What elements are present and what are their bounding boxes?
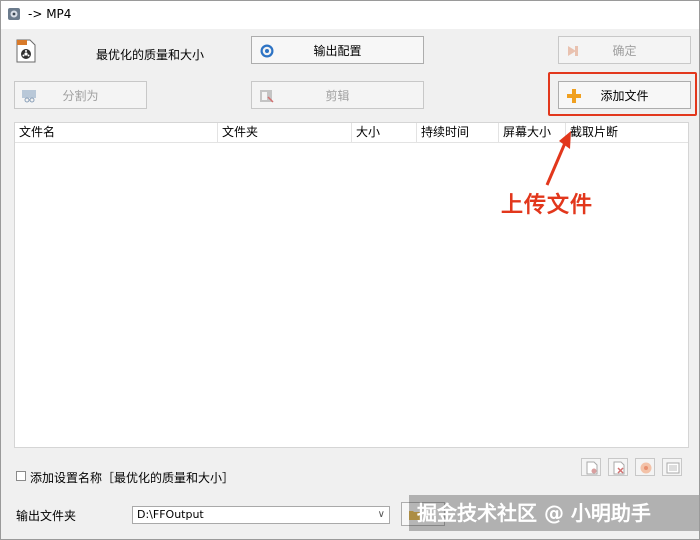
add-setting-name-checkbox[interactable] (16, 471, 26, 481)
annotation-arrow-icon (545, 131, 571, 186)
film-clip-icon (260, 90, 274, 103)
file-list[interactable]: 文件名 文件夹 大小 持续时间 屏幕大小 截取片断 (14, 122, 689, 448)
clip-button[interactable]: 剪辑 (251, 81, 424, 109)
column-header-clip-segment[interactable]: 截取片断 (566, 123, 688, 143)
add-item-button[interactable] (581, 458, 601, 476)
clip-label: 剪辑 (325, 88, 350, 103)
arrow-right-icon (568, 46, 578, 56)
play-item-button[interactable] (635, 458, 655, 476)
video-file-icon (16, 39, 36, 63)
scissors-split-icon (22, 90, 36, 103)
output-folder-label: 输出文件夹 (16, 509, 77, 523)
upload-annotation: 上传文件 (501, 193, 594, 218)
title-bar: -> MP4 (1, 1, 699, 29)
split-label: 分割为 (62, 88, 99, 103)
app-window: -> MP4 最优化的质量和大小 输出配置 确定 分割为 剪辑 添加文件 文件名… (0, 0, 700, 540)
output-folder-select[interactable]: D:\FFOutput ∨ (132, 506, 390, 524)
window-title: -> MP4 (28, 7, 72, 21)
output-config-button[interactable]: 输出配置 (251, 36, 424, 64)
column-header-file-name[interactable]: 文件名 (15, 123, 218, 143)
output-folder-value: D:\FFOutput (137, 508, 204, 521)
watermark: 掘金技术社区 @ 小明助手 (409, 495, 699, 531)
file-list-header: 文件名 文件夹 大小 持续时间 屏幕大小 截取片断 (15, 123, 688, 143)
remove-item-button[interactable] (608, 458, 628, 476)
column-header-duration[interactable]: 持续时间 (417, 123, 499, 143)
column-header-folder[interactable]: 文件夹 (218, 123, 352, 143)
plus-icon (567, 89, 581, 103)
add-setting-name-label: 添加设置名称［最优化的质量和大小］ (30, 471, 235, 485)
column-header-size[interactable]: 大小 (352, 123, 417, 143)
media-icon (640, 462, 652, 474)
ok-button[interactable]: 确定 (558, 36, 691, 64)
page-remove-icon (613, 461, 625, 475)
app-icon (8, 8, 20, 20)
output-config-label: 输出配置 (313, 43, 362, 58)
add-file-label: 添加文件 (600, 88, 649, 103)
options-item-button[interactable] (662, 458, 682, 476)
page-add-icon (586, 461, 598, 475)
config-gear-icon (260, 44, 274, 58)
preset-label: 最优化的质量和大小 (96, 48, 205, 62)
add-file-button[interactable]: 添加文件 (558, 81, 691, 109)
chevron-down-icon: ∨ (377, 509, 385, 520)
split-button[interactable]: 分割为 (14, 81, 147, 109)
ok-label: 确定 (612, 43, 637, 58)
list-options-icon (666, 462, 680, 474)
